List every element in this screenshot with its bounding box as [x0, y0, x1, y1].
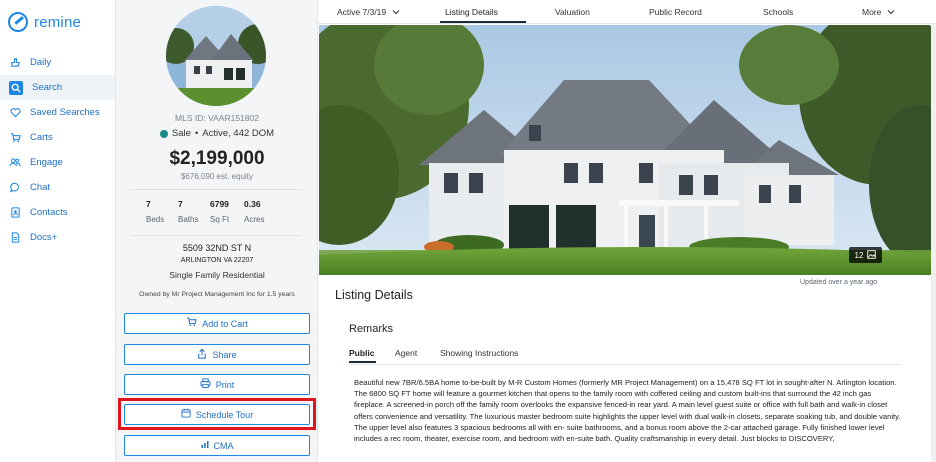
- tab-agent[interactable]: Agent: [395, 348, 417, 358]
- left-nav: remine Daily Search Saved Searches Carts: [0, 0, 116, 462]
- active-remark-tab-indicator: [349, 361, 376, 363]
- chat-icon: [9, 182, 21, 194]
- listing-hero-photo[interactable]: [319, 25, 931, 275]
- schedule-tour-highlight: [118, 398, 316, 430]
- nav-label: Search: [32, 82, 63, 93]
- cma-button[interactable]: CMA: [124, 435, 310, 456]
- share-button[interactable]: Share: [124, 344, 310, 365]
- property-stats: 7 Beds 7 Baths 6799 Sq Ft 0.36 Acres: [146, 199, 276, 224]
- nav-item-contacts[interactable]: Contacts: [0, 200, 115, 225]
- nav-item-engage[interactable]: Engage: [0, 150, 115, 175]
- nav-item-carts[interactable]: Carts: [0, 125, 115, 150]
- chevron-down-icon: [389, 7, 400, 17]
- nav-item-saved-searches[interactable]: Saved Searches: [0, 100, 115, 125]
- heart-icon: [9, 107, 21, 119]
- tab-public[interactable]: Public: [349, 348, 375, 358]
- nav-label: Saved Searches: [30, 107, 100, 118]
- tab-showing-instructions[interactable]: Showing Instructions: [440, 348, 518, 358]
- property-type: Single Family Residential: [169, 270, 265, 280]
- search-icon: [9, 80, 23, 95]
- property-summary-card: MLS ID: VAAR151802 Sale • Active, 442 DO…: [116, 0, 318, 462]
- stat-value: 0.36: [244, 199, 261, 209]
- tab-public-record[interactable]: Public Record: [649, 7, 702, 17]
- stat-label: Sq Ft: [210, 215, 230, 224]
- address-line-1: 5509 32ND ST N: [182, 243, 252, 253]
- button-label: Print: [215, 379, 235, 390]
- tab-listing-details[interactable]: Listing Details: [445, 7, 498, 17]
- stat-beds: 7 Beds: [146, 199, 178, 224]
- listing-status: Sale • Active, 442 DOM: [116, 128, 318, 139]
- stat-value: 7: [178, 199, 183, 209]
- property-thumbnail[interactable]: [166, 6, 266, 106]
- status-text: Active, 442 DOM: [202, 128, 275, 139]
- hand-icon: [9, 57, 21, 69]
- ownership-info: Owned by Mr Project Management Inc for 1…: [139, 291, 295, 298]
- nav-item-search[interactable]: Search: [0, 75, 115, 100]
- listing-tabs: Active 7/3/19 Listing Details Valuation …: [318, 0, 936, 24]
- button-label: Share: [212, 349, 237, 360]
- nav-item-chat[interactable]: Chat: [0, 175, 115, 200]
- stat-acres: 0.36 Acres: [244, 199, 276, 224]
- printer-icon: [200, 378, 211, 391]
- cart-icon: [186, 317, 197, 330]
- nav-label: Daily: [30, 57, 52, 68]
- stat-label: Beds: [146, 215, 165, 224]
- status-date-dropdown[interactable]: Active 7/3/19: [337, 7, 400, 17]
- share-icon: [197, 348, 207, 362]
- stat-label: Acres: [244, 215, 265, 224]
- sale-label: Sale: [171, 128, 191, 139]
- active-tab-indicator: [440, 21, 526, 23]
- listing-details-heading: Listing Details: [335, 288, 413, 302]
- bar-chart-icon: [201, 440, 209, 451]
- chevron-down-icon: [884, 7, 895, 17]
- stat-baths: 7 Baths: [178, 199, 210, 224]
- button-label: CMA: [213, 440, 234, 451]
- remine-logo[interactable]: remine: [8, 12, 81, 32]
- tab-label: Active 7/3/19: [337, 7, 387, 17]
- divider: [130, 189, 302, 190]
- photo-count: 12: [854, 250, 864, 260]
- tab-more[interactable]: More: [862, 7, 895, 17]
- document-icon: [9, 232, 21, 244]
- nav-item-daily[interactable]: Daily: [0, 50, 115, 75]
- logo-text: remine: [34, 13, 82, 31]
- page-scrollbar[interactable]: [931, 25, 936, 462]
- contacts-icon: [9, 207, 21, 219]
- mls-id: MLS ID: VAAR151802: [175, 113, 259, 123]
- listing-price: $2,199,000: [169, 148, 265, 169]
- photo-updated-note: Updated over a year ago: [800, 279, 878, 286]
- remine-logo-icon: [8, 12, 28, 32]
- bullet-separator: •: [194, 128, 199, 139]
- status-dot-icon: [159, 129, 168, 138]
- nav-label: Docs+: [30, 232, 58, 243]
- stat-value: 6799: [210, 199, 229, 209]
- nav-label: Contacts: [30, 207, 68, 218]
- listing-description: Beautiful new 7BR/6.5BA home to-be-built…: [354, 378, 901, 444]
- people-icon: [9, 157, 21, 169]
- nav-item-docs[interactable]: Docs+: [0, 225, 115, 250]
- remarks-tab-divider: [349, 364, 902, 365]
- nav-label: Engage: [30, 157, 63, 168]
- add-to-cart-button[interactable]: Add to Cart: [124, 313, 310, 334]
- photo-count-badge[interactable]: 12: [849, 247, 882, 263]
- stat-sqft: 6799 Sq Ft: [210, 199, 244, 224]
- estimated-equity: $676,090 est. equity: [180, 172, 254, 181]
- tab-label: More: [862, 7, 882, 17]
- address-line-2: ARLINGTON VA 22207: [180, 257, 254, 264]
- print-button[interactable]: Print: [124, 374, 310, 395]
- stat-value: 7: [146, 199, 151, 209]
- nav-label: Carts: [30, 132, 53, 143]
- nav-label: Chat: [30, 182, 51, 193]
- tab-schools[interactable]: Schools: [763, 7, 793, 17]
- button-label: Add to Cart: [202, 318, 248, 329]
- tab-valuation[interactable]: Valuation: [555, 7, 590, 17]
- nav-list: Daily Search Saved Searches Carts Engage: [0, 50, 115, 250]
- remarks-heading: Remarks: [349, 323, 394, 335]
- divider: [130, 235, 302, 236]
- image-icon: [867, 249, 877, 261]
- stat-label: Baths: [178, 215, 199, 224]
- cart-icon: [9, 132, 21, 144]
